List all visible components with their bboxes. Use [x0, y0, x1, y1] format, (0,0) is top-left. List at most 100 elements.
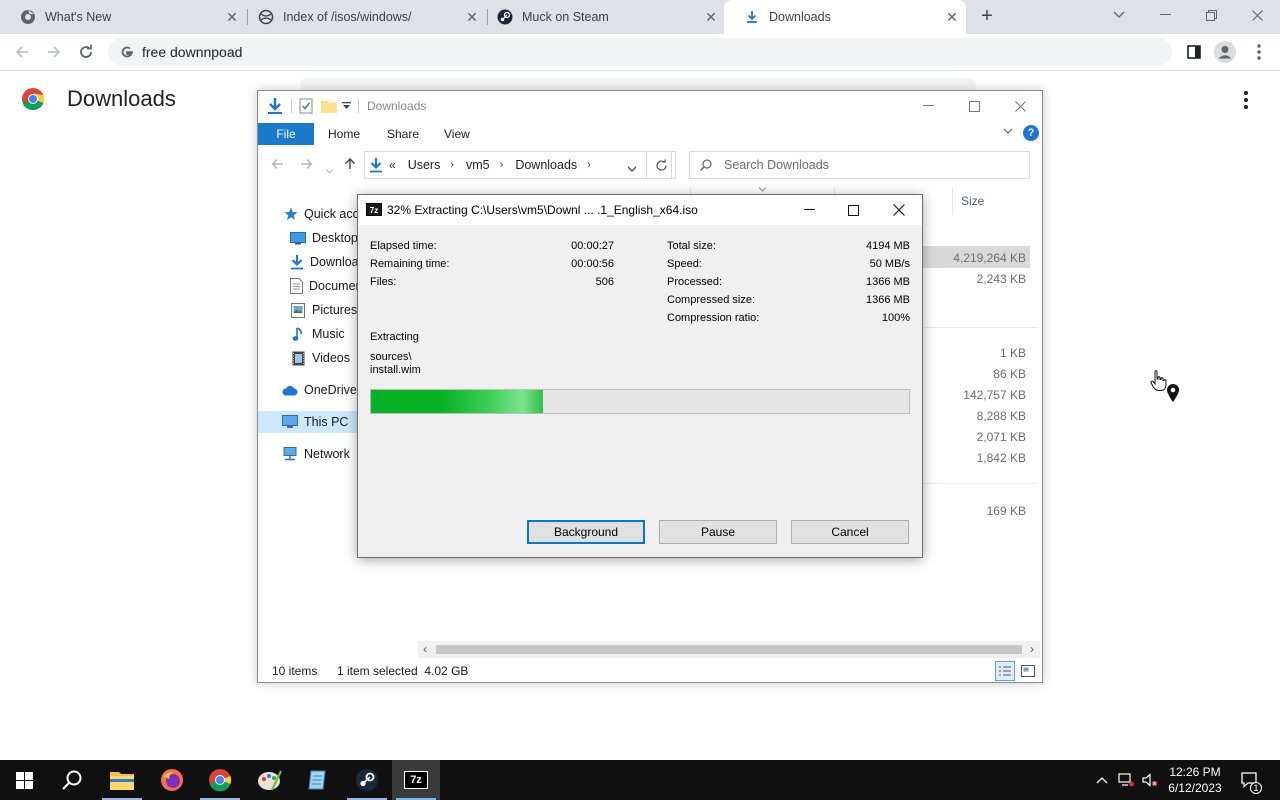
address-text: free downnpoad — [142, 44, 243, 60]
background-button[interactable]: Background — [527, 520, 645, 544]
file-size[interactable]: 2,071 KB — [936, 430, 1026, 444]
close-tab-icon[interactable]: ✕ — [944, 9, 960, 25]
address-dropdown-icon[interactable] — [627, 161, 637, 175]
refresh-icon[interactable] — [646, 151, 676, 179]
browser-menu-icon[interactable] — [1248, 41, 1270, 63]
file-size[interactable]: 2,243 KB — [936, 272, 1026, 286]
steam-icon — [497, 9, 513, 25]
total-size-value: 4194 MB — [865, 240, 910, 252]
steam-taskbar-icon[interactable] — [343, 760, 391, 800]
current-path: sources\ — [370, 351, 412, 363]
ribbon-tabs: File Home Share View ? — [258, 121, 1042, 146]
horizontal-scrollbar[interactable]: ‹ › — [418, 641, 1040, 658]
close-window-button[interactable] — [1234, 0, 1280, 30]
notepad-taskbar-icon[interactable] — [294, 760, 342, 800]
column-header-size[interactable]: Size — [952, 187, 1034, 215]
explorer-status-bar: 10 items 1 item selected 4.02 GB — [258, 659, 1042, 683]
ribbon-tab-file[interactable]: File — [258, 123, 314, 145]
file-size[interactable]: 169 KB — [936, 504, 1026, 518]
scroll-right-icon[interactable]: › — [1030, 642, 1034, 656]
file-size[interactable]: 1,842 KB — [936, 451, 1026, 465]
start-button[interactable] — [0, 760, 48, 800]
profile-avatar[interactable] — [1214, 41, 1236, 63]
explorer-search-box[interactable]: Search Downloads — [689, 151, 1030, 179]
properties-icon[interactable] — [299, 97, 313, 115]
ribbon-tab-share[interactable]: Share — [373, 123, 433, 145]
file-size[interactable]: 1 KB — [936, 346, 1026, 360]
network-status-icon[interactable] — [1118, 772, 1134, 788]
chevron-right-icon[interactable]: › — [587, 159, 591, 171]
reload-button[interactable] — [74, 40, 98, 64]
new-folder-icon[interactable] — [321, 97, 337, 115]
tab-index-isos[interactable]: Index of /isos/windows/ ✕ — [238, 0, 486, 34]
file-explorer-taskbar-icon[interactable] — [98, 760, 146, 800]
quick-access-dropdown-icon[interactable] — [342, 97, 351, 115]
chevron-right-icon[interactable]: › — [450, 159, 454, 171]
7zip-close-button[interactable] — [876, 195, 922, 225]
7zip-maximize-button[interactable] — [830, 195, 876, 225]
forward-arrow-icon[interactable] — [300, 157, 313, 173]
back-arrow-icon[interactable] — [271, 157, 284, 173]
remaining-time-value: 00:00:56 — [571, 258, 614, 270]
taskbar-clock[interactable]: 12:26 PM 6/12/2023 — [1160, 764, 1230, 796]
firefox-taskbar-icon[interactable] — [148, 760, 196, 800]
tab-muck-on-steam[interactable]: Muck on Steam ✕ — [477, 0, 725, 34]
breadcrumb-downloads[interactable]: Downloads — [515, 158, 577, 172]
details-view-icon[interactable] — [995, 661, 1015, 681]
chrome-taskbar-icon[interactable] — [196, 760, 244, 800]
download-icon — [290, 254, 304, 270]
nav-item-network[interactable]: Network — [282, 443, 368, 465]
explorer-maximize-button[interactable] — [951, 91, 997, 121]
explorer-title: Downloads — [367, 99, 427, 113]
nav-item-this-pc[interactable]: This PC — [258, 411, 368, 433]
minimize-button[interactable] — [1142, 0, 1188, 30]
new-tab-button[interactable]: + — [976, 6, 998, 28]
breadcrumb-users[interactable]: Users — [408, 158, 441, 172]
nav-item-quick-access[interactable]: Quick access — [284, 203, 368, 225]
cancel-button[interactable]: Cancel — [791, 520, 909, 544]
chrome-logo-icon — [21, 87, 45, 111]
7zip-taskbar-icon[interactable]: 7z — [392, 760, 440, 800]
downloads-menu-icon[interactable] — [1236, 90, 1256, 110]
explorer-title-bar: Downloads — [258, 91, 1042, 121]
file-size[interactable]: 8,288 KB — [936, 409, 1026, 423]
help-icon[interactable]: ? — [1023, 125, 1039, 141]
breadcrumb-vm5[interactable]: vm5 — [466, 158, 490, 172]
7zip-minimize-button[interactable] — [786, 195, 832, 225]
up-arrow-icon[interactable] — [344, 157, 356, 173]
file-size[interactable]: 4,219,264 KB — [936, 251, 1026, 265]
pause-button[interactable]: Pause — [659, 520, 777, 544]
volume-muted-icon[interactable] — [1142, 772, 1158, 788]
tab-downloads[interactable]: Downloads ✕ — [724, 0, 966, 34]
tab-whats-new[interactable]: What's New ✕ — [0, 0, 246, 34]
explorer-close-button[interactable] — [997, 91, 1043, 121]
side-panel-icon[interactable] — [1183, 41, 1205, 63]
tab-search-icon[interactable] — [1096, 0, 1142, 30]
breadcrumb-overflow[interactable]: « — [389, 158, 396, 172]
show-hidden-icons-chevron-up-icon[interactable] — [1094, 772, 1110, 788]
large-icons-view-icon[interactable] — [1018, 661, 1038, 681]
recent-locations-icon[interactable] — [326, 161, 333, 177]
paint-taskbar-icon[interactable] — [246, 760, 294, 800]
back-button[interactable] — [10, 40, 34, 64]
explorer-minimize-button[interactable] — [905, 91, 951, 121]
address-bar[interactable]: free downnpoad — [108, 38, 1172, 66]
close-tab-icon[interactable]: ✕ — [703, 9, 719, 25]
nav-item-onedrive[interactable]: OneDrive — [282, 379, 368, 401]
file-size[interactable]: 86 KB — [936, 367, 1026, 381]
ribbon-tab-view[interactable]: View — [430, 123, 484, 145]
explorer-address-bar[interactable]: « Users › vm5 › Downloads › — [364, 151, 672, 179]
chevron-right-icon[interactable]: › — [500, 159, 504, 171]
ribbon-tab-home[interactable]: Home — [314, 123, 374, 145]
clock-date: 6/12/2023 — [1168, 781, 1222, 795]
scrollbar-thumb[interactable] — [436, 645, 1022, 654]
scroll-left-icon[interactable]: ‹ — [423, 642, 427, 656]
download-icon — [744, 9, 760, 25]
forward-button[interactable] — [42, 40, 66, 64]
restore-button[interactable] — [1188, 0, 1234, 30]
elapsed-time-value: 00:00:27 — [571, 240, 614, 252]
expand-ribbon-icon[interactable] — [1003, 125, 1013, 137]
music-icon — [290, 326, 306, 342]
file-size[interactable]: 142,757 KB — [936, 388, 1026, 402]
search-button[interactable] — [48, 760, 96, 800]
